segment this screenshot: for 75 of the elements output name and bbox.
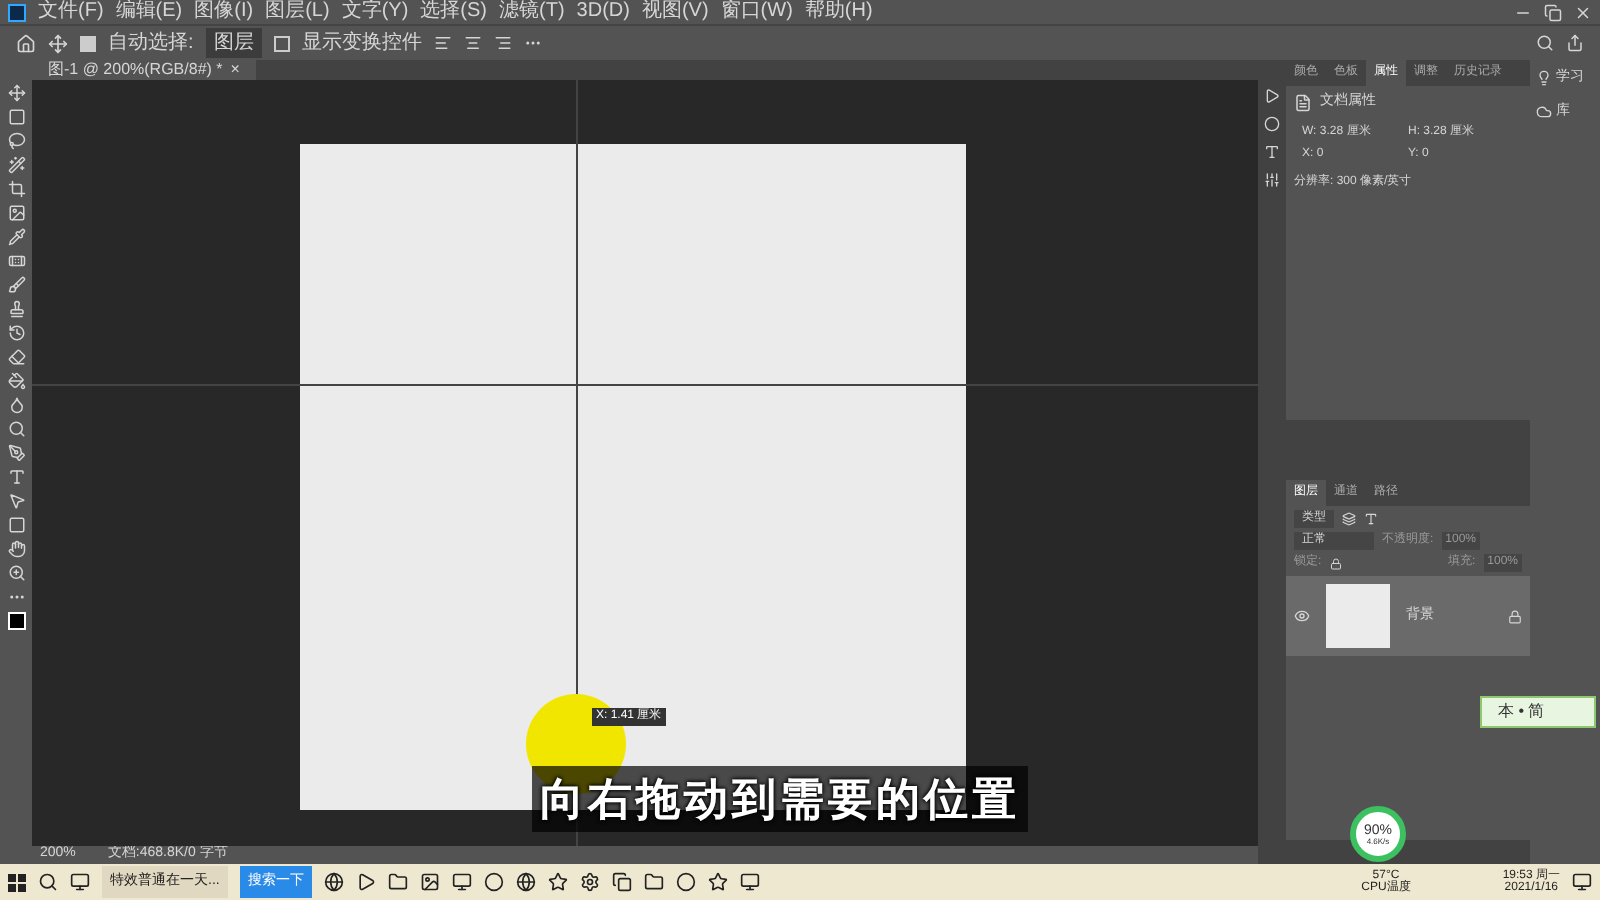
tool-icon[interactable]: [7, 180, 25, 198]
app-icon[interactable]: [643, 872, 664, 892]
app-logo-icon: [8, 3, 26, 21]
play-icon[interactable]: [1264, 88, 1280, 104]
adjust-icon[interactable]: [1264, 172, 1280, 188]
ime-widget[interactable]: 本 • 简: [1480, 696, 1596, 728]
app-icon[interactable]: [387, 872, 408, 892]
filter-icon[interactable]: [1342, 512, 1356, 526]
start-icon[interactable]: [8, 873, 26, 891]
lightbulb-icon: [1536, 70, 1552, 87]
align-icon[interactable]: [493, 34, 512, 52]
menu-item[interactable]: 图像(I): [194, 2, 254, 22]
tab-close[interactable]: ×: [230, 58, 240, 82]
target-dropdown[interactable]: 图层: [205, 28, 262, 58]
layer-thumbnail: [1326, 584, 1390, 648]
menu-item[interactable]: 选择(S): [420, 2, 487, 22]
auto-select-checkbox[interactable]: [80, 35, 96, 51]
restore-icon[interactable]: [1544, 3, 1562, 21]
type-icon[interactable]: [1264, 144, 1280, 160]
app-icon[interactable]: [579, 872, 600, 892]
menu-item[interactable]: 滤镜(T): [499, 2, 565, 22]
visibility-icon[interactable]: [1294, 608, 1310, 624]
app-icon[interactable]: [451, 872, 472, 892]
app-icon[interactable]: [739, 872, 760, 892]
app-icon[interactable]: [707, 872, 728, 892]
document-tab-title: 图-1 @ 200%(RGB/8#) *: [48, 58, 223, 82]
tool-icon[interactable]: [7, 564, 25, 582]
app-icon[interactable]: [547, 872, 568, 892]
app-icon[interactable]: [355, 872, 376, 892]
app-icon[interactable]: [483, 872, 504, 892]
tool-icon[interactable]: [7, 420, 25, 438]
tool-icon[interactable]: [7, 156, 25, 174]
tool-icon[interactable]: [7, 468, 25, 486]
share-icon[interactable]: [1566, 34, 1584, 52]
tool-icon[interactable]: [7, 396, 25, 414]
tool-icon[interactable]: [7, 324, 25, 342]
show-transform-label: 显示变换控件: [301, 29, 422, 58]
lock-icon[interactable]: [1329, 557, 1342, 569]
tool-icon[interactable]: [7, 252, 25, 270]
search-icon[interactable]: [38, 872, 58, 892]
show-transform-checkbox[interactable]: [273, 35, 290, 51]
move-tool-icon[interactable]: [48, 33, 68, 53]
color-swatch-icon[interactable]: [7, 612, 25, 630]
menu-item[interactable]: 编辑(E): [115, 2, 183, 22]
menu-item[interactable]: 图层(L): [265, 2, 330, 22]
align-icon[interactable]: [433, 34, 452, 52]
tool-icon[interactable]: [7, 108, 25, 126]
home-icon[interactable]: [16, 33, 36, 53]
tool-icon[interactable]: [7, 540, 25, 558]
document-tab[interactable]: 图-1 @ 200%(RGB/8#) * ×: [32, 60, 256, 80]
circle-icon[interactable]: [1264, 116, 1280, 132]
filter-icon[interactable]: [1364, 512, 1378, 526]
menu-item[interactable]: 视图(V): [641, 2, 709, 22]
tool-icon[interactable]: [7, 372, 25, 390]
subtitle: 向右拖动到需要的位置: [532, 766, 1028, 832]
menu-item[interactable]: 帮助(H): [804, 2, 873, 22]
app-icon[interactable]: [419, 872, 440, 892]
tool-icon[interactable]: [7, 228, 25, 246]
document-icon: [1294, 93, 1312, 112]
cloud-icon: [1536, 103, 1552, 120]
auto-select-label: 自动选择:: [108, 29, 194, 58]
app-icon[interactable]: [515, 872, 536, 892]
align-icon[interactable]: [463, 34, 482, 52]
tool-icon[interactable]: [7, 204, 25, 222]
menu-item[interactable]: 3D(D): [576, 2, 630, 22]
app-icon[interactable]: [675, 872, 696, 892]
tool-icon[interactable]: [7, 84, 25, 102]
tool-icon[interactable]: [7, 348, 25, 366]
app-icon[interactable]: [323, 872, 344, 892]
app-icon[interactable]: [611, 872, 632, 892]
close-icon[interactable]: [1574, 3, 1592, 21]
tool-icon[interactable]: [7, 132, 25, 150]
tool-icon[interactable]: [7, 444, 25, 462]
tool-icon[interactable]: [7, 276, 25, 294]
tool-icon[interactable]: [7, 300, 25, 318]
